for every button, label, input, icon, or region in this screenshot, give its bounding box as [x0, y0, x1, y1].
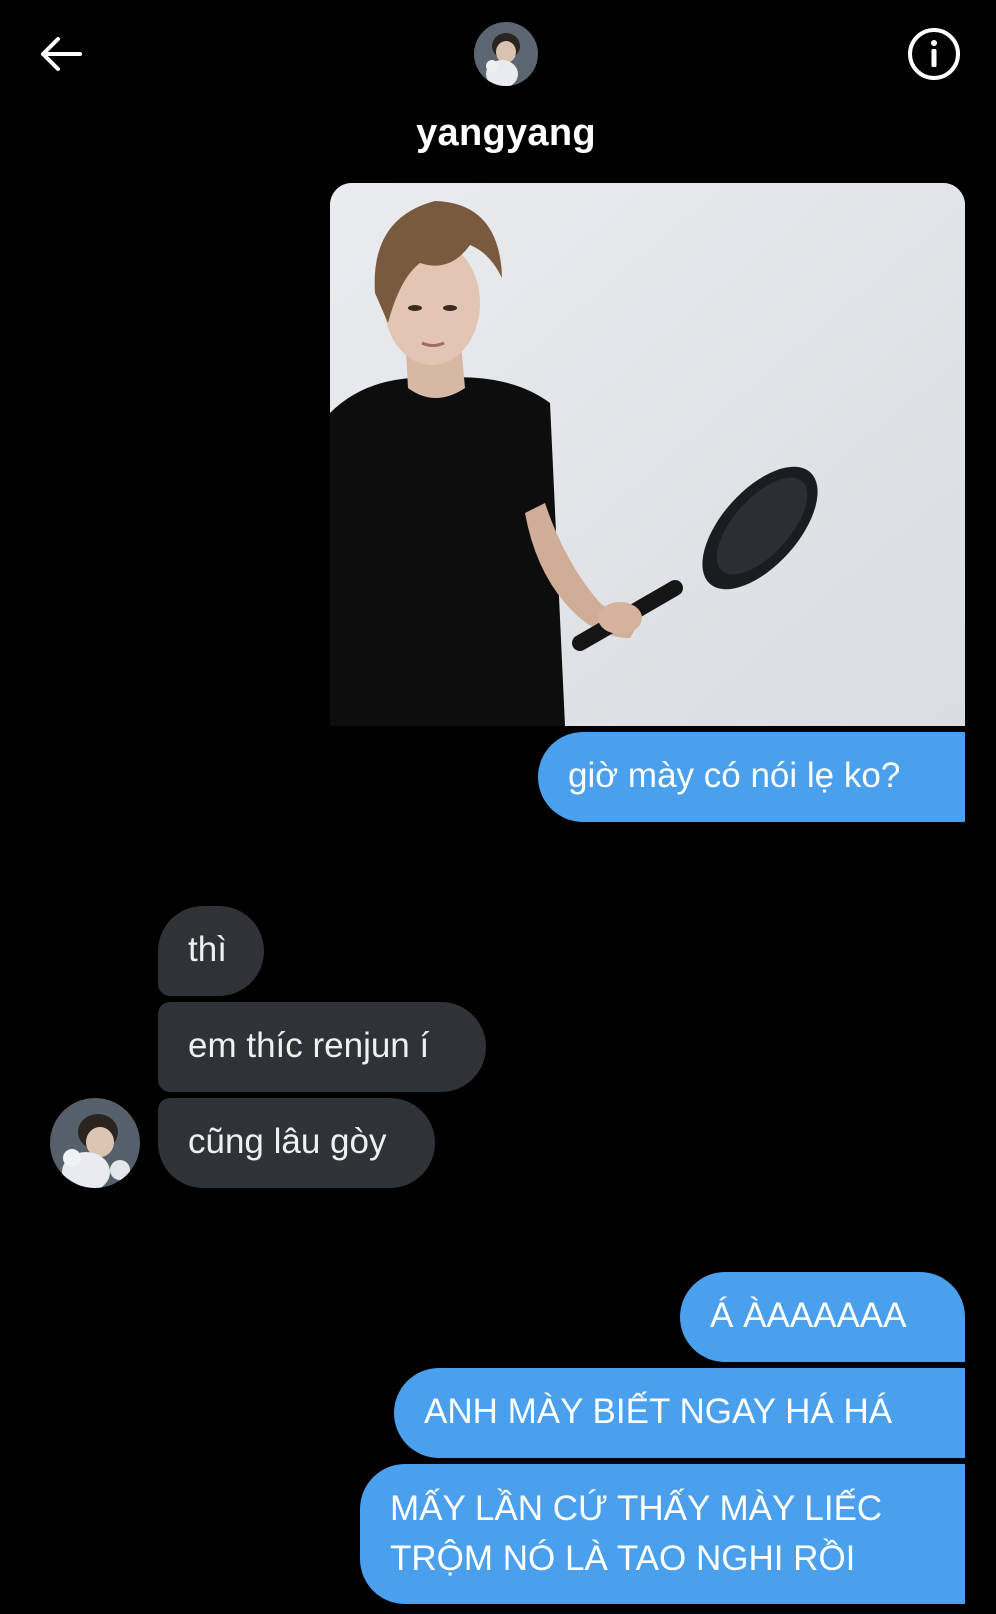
sender-avatar[interactable]: [50, 1098, 140, 1188]
message-text: Á ÀAAAAAA: [710, 1296, 907, 1335]
sent-message-bubble[interactable]: giờ mày có nói lẹ ko?: [538, 732, 965, 822]
received-message-bubble[interactable]: em thíc renjun í: [158, 1002, 486, 1092]
chat-username: yangyang: [416, 112, 596, 154]
message-text: cũng lâu gòy: [188, 1122, 387, 1161]
received-message-bubble[interactable]: thì: [158, 906, 264, 996]
sent-message-bubble[interactable]: Á ÀAAAAAA: [680, 1272, 965, 1362]
header-avatar[interactable]: [474, 22, 538, 86]
sent-message-bubble[interactable]: MẤY LẦN CỨ THẤY MÀY LIẾC TRỘM NÓ LÀ TAO …: [360, 1464, 965, 1604]
sent-photo-message[interactable]: [330, 183, 965, 726]
received-message-bubble[interactable]: cũng lâu gòy: [158, 1098, 435, 1188]
info-circle-icon: [908, 28, 960, 80]
message-text: em thíc renjun í: [188, 1026, 430, 1065]
message-text: thì: [188, 930, 227, 969]
photo-person-holding-frying-pan: [330, 183, 965, 726]
back-button[interactable]: [30, 28, 90, 80]
arrow-left-icon: [41, 37, 82, 71]
info-button[interactable]: [906, 26, 962, 82]
message-text: ANH MÀY BIẾT NGAY HÁ HÁ: [424, 1392, 893, 1431]
message-text: giờ mày có nói lẹ ko?: [568, 756, 901, 795]
message-text: MẤY LẦN CỨ THẤY MÀY LIẾC TRỘM NÓ LÀ TAO …: [390, 1489, 883, 1578]
sent-message-bubble[interactable]: ANH MÀY BIẾT NGAY HÁ HÁ: [394, 1368, 965, 1458]
